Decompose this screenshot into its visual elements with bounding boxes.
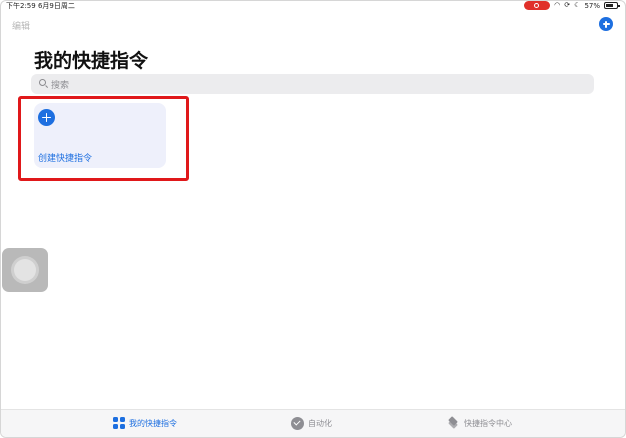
battery-percent: 57% — [584, 1, 600, 10]
tab-bar: 我的快捷指令 自动化 快捷指令中心 — [1, 409, 625, 437]
page-title: 我的快捷指令 — [34, 50, 149, 72]
moon-icon: ☾ — [574, 1, 581, 9]
add-shortcut-icon[interactable] — [599, 17, 613, 31]
tab-label: 自动化 — [308, 419, 332, 428]
tab-label: 快捷指令中心 — [464, 419, 512, 428]
grid-icon — [113, 417, 125, 429]
edit-button[interactable]: 编辑 — [12, 19, 30, 32]
search-placeholder: 搜索 — [51, 81, 70, 91]
tab-label: 我的快捷指令 — [129, 418, 177, 428]
wifi-icon: ◠ — [554, 1, 561, 9]
layers-icon — [447, 416, 460, 430]
plus-circle-icon — [38, 109, 55, 126]
status-bar: 下午2:59 6月9日周二 ◠ ⟳ ☾ 57% — [0, 0, 626, 12]
create-shortcut-card[interactable]: 创建快捷指令 — [34, 103, 166, 168]
screen-recording-icon — [524, 1, 551, 10]
search-icon — [39, 79, 46, 86]
status-time: 下午2:59 6月9日周二 — [6, 2, 75, 10]
search-input[interactable]: 搜索 — [31, 74, 594, 94]
assistive-touch-button[interactable] — [2, 248, 48, 292]
clock-check-icon — [291, 417, 304, 430]
tab-automation[interactable]: 自动化 — [291, 417, 332, 430]
tab-gallery[interactable]: 快捷指令中心 — [447, 416, 512, 430]
battery-icon — [604, 2, 620, 9]
tab-my-shortcuts[interactable]: 我的快捷指令 — [113, 417, 177, 429]
rotation-lock-icon: ⟳ — [564, 1, 571, 9]
create-shortcut-label: 创建快捷指令 — [38, 154, 93, 164]
status-right: ◠ ⟳ ☾ 57% — [524, 1, 620, 10]
